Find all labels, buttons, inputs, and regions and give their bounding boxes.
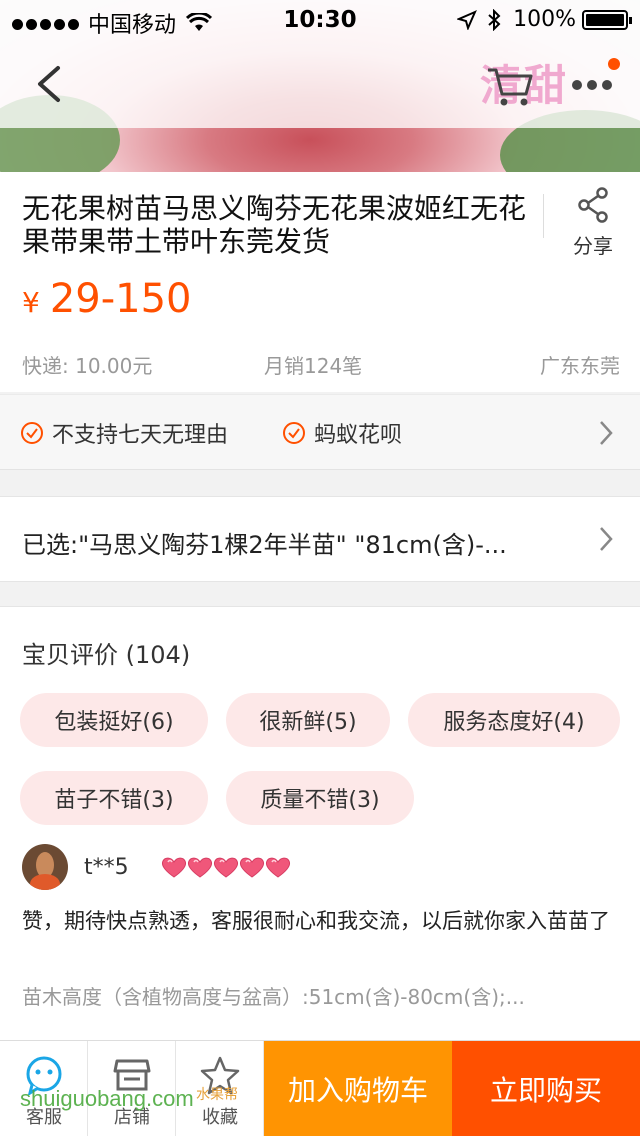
- avatar: [22, 844, 68, 890]
- bluetooth-icon: [488, 8, 501, 31]
- heart-icon: [187, 857, 213, 878]
- share-label: 分享: [573, 234, 613, 258]
- heart-icon: [265, 857, 291, 878]
- heart-icon: [161, 857, 187, 878]
- reviews-section: 宝贝评价 (104) 包装挺好(6) 很新鲜(5) 服务态度好(4) 苗子不错(…: [0, 606, 640, 1042]
- check-circle-icon: [283, 422, 305, 444]
- currency-symbol: ¥: [22, 286, 40, 319]
- chevron-right-icon: [600, 421, 613, 445]
- heart-icon: [239, 857, 265, 878]
- product-title: 无花果树苗马思义陶芬无花果波姬红无花果带果带土带叶东莞发货: [22, 192, 527, 258]
- divider: [543, 194, 544, 238]
- reviewer-rank-hearts: [160, 855, 291, 879]
- promotions-row[interactable]: 不支持七天无理由 蚂蚁花呗: [0, 394, 640, 470]
- shipping-fee: 快递: 10.00元: [22, 354, 153, 378]
- reviewer-name: t**5: [84, 855, 129, 880]
- more-icon[interactable]: [570, 70, 614, 100]
- buy-now-button[interactable]: 立即购买: [452, 1041, 640, 1136]
- heart-icon: [213, 857, 239, 878]
- chevron-left-icon[interactable]: [28, 62, 72, 106]
- share-button[interactable]: 分享: [560, 186, 626, 259]
- promo-item: 蚂蚁花呗: [282, 417, 402, 449]
- check-circle-icon: [21, 422, 43, 444]
- add-to-cart-button[interactable]: 加入购物车: [264, 1041, 452, 1136]
- review-sku: 苗木高度（含植物高度与盆高）:51cm(含)-80cm(含);...: [22, 985, 525, 1009]
- watermark: shuiguobang.com: [20, 1086, 194, 1111]
- promo-label: 蚂蚁花呗: [314, 423, 403, 448]
- cart-icon[interactable]: [484, 62, 534, 108]
- promo-item: 不支持七天无理由: [20, 417, 228, 449]
- selected-options-row[interactable]: 已选:"马思义陶芬1棵2年半苗" "81cm(含)-...: [0, 496, 640, 582]
- ship-location: 广东东莞: [540, 354, 620, 378]
- monthly-sales: 月销124笔: [264, 354, 363, 378]
- selected-options-text: 已选:"马思义陶芬1棵2年半苗" "81cm(含)-...: [22, 531, 507, 559]
- product-price: ¥29-150: [22, 276, 192, 322]
- chevron-right-icon: [600, 527, 613, 551]
- price-value: 29-150: [49, 276, 192, 322]
- review-tag[interactable]: 很新鲜(5): [226, 693, 390, 747]
- reviews-count: (104): [125, 641, 191, 669]
- reviews-title: 宝贝评价: [22, 641, 118, 669]
- review-tag[interactable]: 质量不错(3): [226, 771, 414, 825]
- reviews-header[interactable]: 宝贝评价 (104): [22, 635, 190, 670]
- product-info: 无花果树苗马思义陶芬无花果波姬红无花果带果带土带叶东莞发货 分享 ¥29-150…: [0, 172, 640, 392]
- watermark-logo: 水果帮: [196, 1087, 238, 1103]
- battery-icon: [582, 9, 632, 30]
- status-bar: 中国移动 10:30 100%: [0, 0, 640, 40]
- promo-label: 不支持七天无理由: [52, 423, 229, 448]
- share-icon: [578, 187, 608, 223]
- review-tag[interactable]: 包装挺好(6): [20, 693, 208, 747]
- review-text: 赞，期待快点熟透，客服很耐心和我交流，以后就你家入苗苗了: [22, 909, 610, 933]
- review-tag[interactable]: 服务态度好(4): [408, 693, 620, 747]
- battery-percent: 100%: [513, 7, 576, 32]
- location-arrow-icon: [457, 9, 478, 30]
- product-detail-screen: 清甜 中国移动 10:30 100% 无花果树苗马思义陶芬无花果波姬红无花果带果…: [0, 0, 640, 1136]
- review-tag[interactable]: 苗子不错(3): [20, 771, 208, 825]
- notification-dot: [608, 58, 620, 70]
